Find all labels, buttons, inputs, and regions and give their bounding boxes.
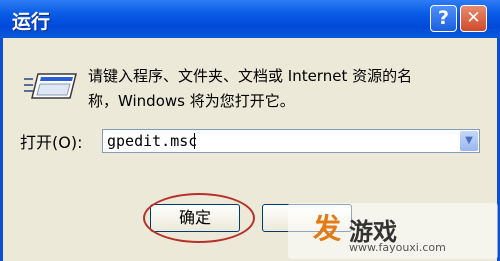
watermark-url: www.fayouxi.com: [349, 241, 446, 254]
close-button[interactable]: ✕: [460, 5, 487, 32]
instruction-text: 请键入程序、文件夹、文档或 Internet 资源的名 称，Windows 将为…: [88, 67, 413, 110]
watermark-logo: 发: [313, 212, 342, 245]
window-title: 运行: [12, 11, 51, 33]
window-frame-left: [0, 38, 3, 261]
open-input-value[interactable]: gpedit.msc: [107, 132, 197, 150]
run-program-icon: [24, 73, 77, 99]
open-label: 打开(O):: [20, 133, 83, 152]
text-caret: [194, 133, 195, 149]
open-combobox[interactable]: gpedit.msc ▼: [102, 129, 480, 153]
title-bar: 运行 ? ✕: [0, 0, 500, 38]
help-button[interactable]: ?: [430, 5, 457, 32]
dropdown-arrow-icon[interactable]: ▼: [460, 131, 478, 151]
highlight-circle: [143, 193, 255, 243]
